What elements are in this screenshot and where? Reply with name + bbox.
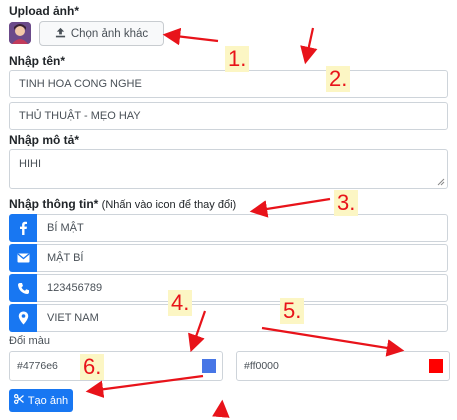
arrow-6 <box>85 374 204 398</box>
annotation-4: 4. <box>168 290 193 316</box>
annotation-5: 5. <box>280 298 305 324</box>
arrow-2 <box>300 27 318 65</box>
annotation-3: 3. <box>334 190 359 216</box>
arrow-1 <box>162 27 219 46</box>
arrow-5 <box>261 326 405 357</box>
annotation-2: 2. <box>326 66 351 92</box>
arrow-3 <box>249 197 331 218</box>
arrow-7 <box>212 399 230 418</box>
annotation-1: 1. <box>225 46 250 72</box>
arrow-4 <box>188 310 207 353</box>
annotation-6: 6. <box>80 354 105 380</box>
